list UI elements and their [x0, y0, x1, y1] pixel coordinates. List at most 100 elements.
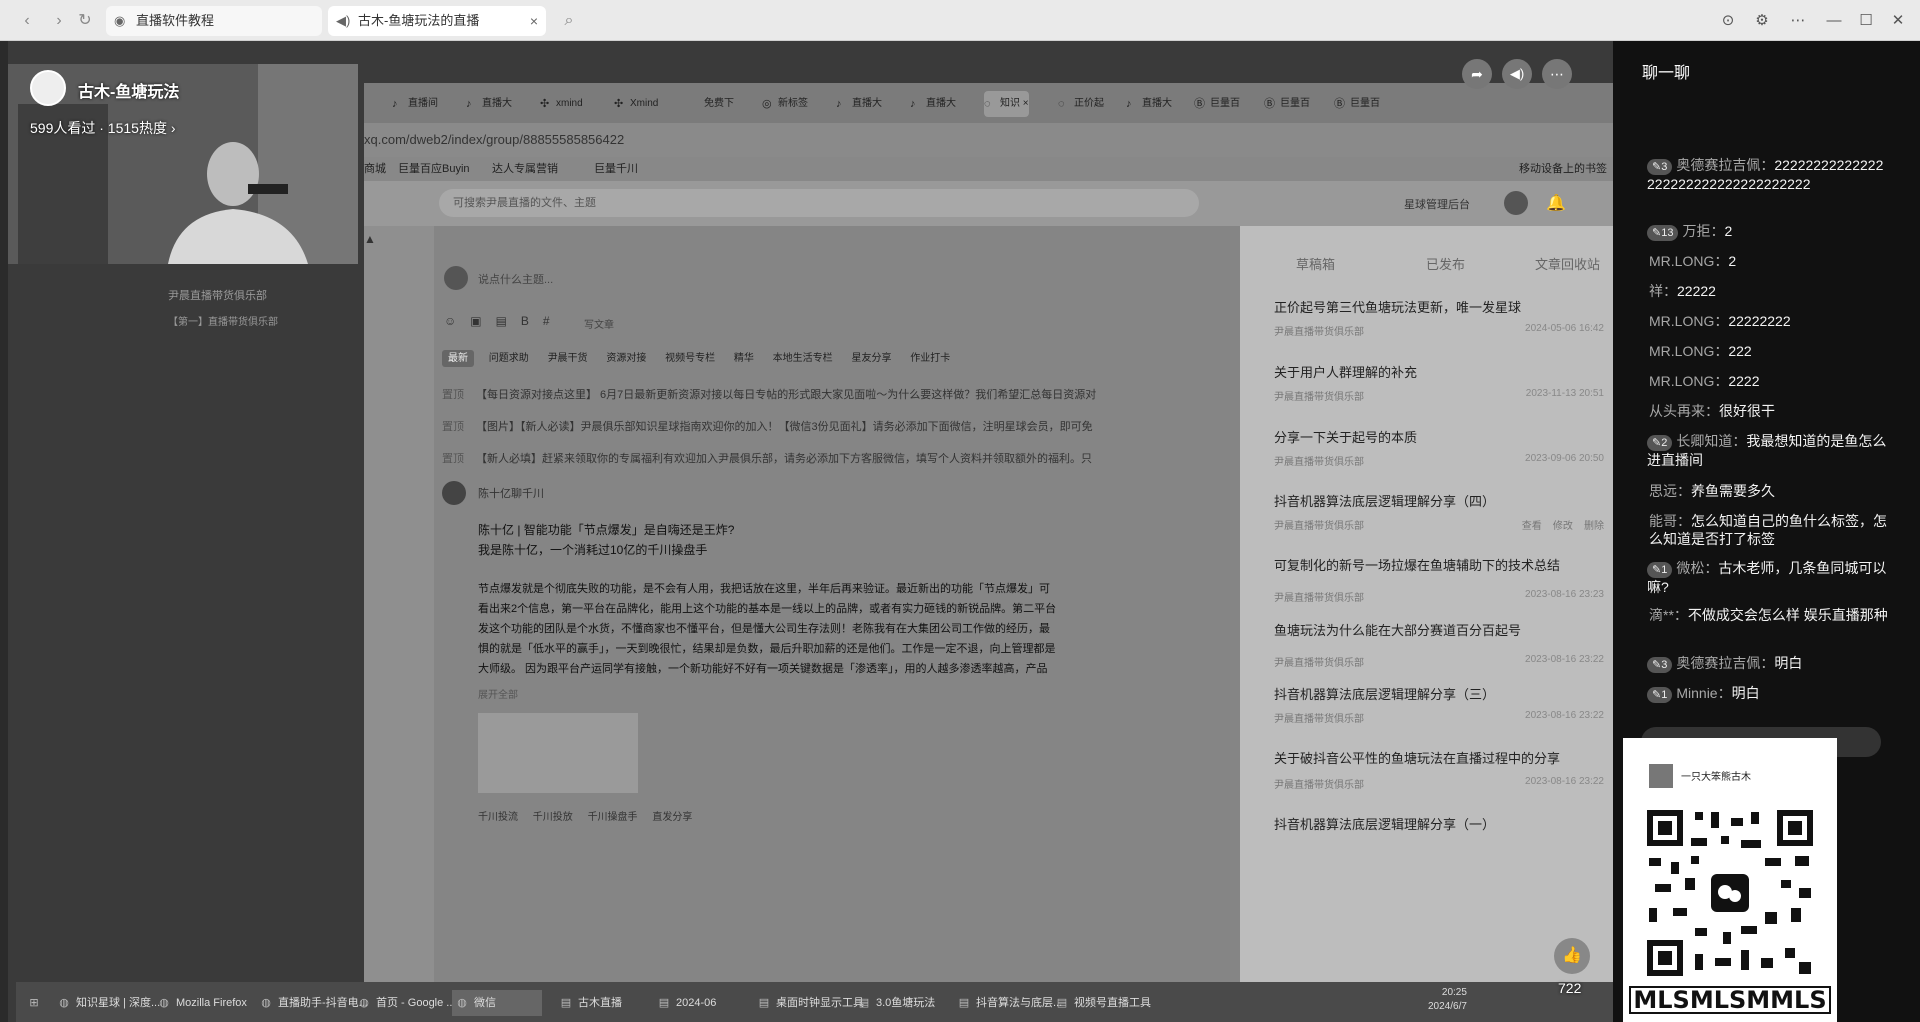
streamer-name: 古木-鱼塘玩法 [78, 84, 180, 101]
chat-message: ✎3 奥德赛拉吉佩：2222222222222222222222222222222… [1647, 157, 1884, 192]
inner-tab: ♪ 直播大 [836, 98, 882, 110]
inner-tab: Ⓑ 巨量百 [1264, 98, 1310, 110]
qr-card: 一只大笨熊古木 MLSMLSMMLS [1623, 738, 1837, 1022]
left-club-name: 尹晨直播带货俱乐部 [168, 290, 267, 302]
reload-icon[interactable]: ↻ [74, 10, 96, 32]
taskbar-item: ▤ 抖音算法与底层... [958, 997, 1063, 1009]
inner-tab: ♪ 直播大 [910, 98, 956, 110]
post-author: 陈十亿聊千川 [478, 488, 544, 500]
download-icon[interactable]: ⊙ [1716, 10, 1740, 32]
like-icon[interactable]: 👍 [1554, 938, 1590, 974]
post-title: 陈十亿 | 智能功能「节点爆发」是自嗨还是王炸? [478, 523, 735, 537]
inner-tab: ◌ 正价起 [1058, 98, 1104, 110]
expand-link: 展开全部 [478, 690, 518, 701]
search-icon[interactable]: ⌕ [558, 10, 580, 32]
tab-published: 已发布 [1426, 257, 1466, 272]
browser-tab-strip: ‹ › ↻ ◉ 直播软件教程 ◀) 古木-鱼塘玩法的直播 × ⌕ ⊙ ⚙ ⋯ —… [0, 0, 1920, 41]
tab-live[interactable]: ◀) 古木-鱼塘玩法的直播 × [328, 6, 546, 36]
chat-title: 聊一聊 [1642, 65, 1691, 82]
article-panel: 草稿箱 已发布 文章回收站 正价起号第三代鱼塘玩法更新，唯一发星球 尹晨直播带货俱… [1240, 226, 1613, 991]
chat-message: MR.LONG：22222222 [1649, 313, 1791, 329]
chat-message: 祥：22222 [1649, 283, 1716, 299]
qr-avatar [1649, 764, 1673, 788]
chat-message: 滴**：不做成交会怎么样 娱乐直播那种 [1649, 607, 1888, 623]
post-subtitle: 我是陈十亿，一个消耗过10亿的千川操盘手 [478, 543, 708, 557]
composer-avatar [444, 266, 468, 290]
speaker-icon: ◀) [336, 13, 351, 28]
filter-bar: 最新 问题求助 尹晨干货 资源对接 视频号专栏 精华 本地生活专栏 星友分享 作… [442, 349, 950, 367]
composer-input: 说点什么主题... [478, 274, 554, 286]
taskbar-item: ◍ 直播助手-抖音电... [261, 997, 368, 1009]
close-tab-icon[interactable]: × [530, 6, 538, 36]
article-item: 分享一下关于起号的本质 尹晨直播带货俱乐部 2023-09-06 20:50 [1274, 430, 1604, 468]
chat-message: ✎2 长卿知道：我最想知道的是鱼怎么进直播间 [1647, 433, 1887, 468]
taskbar-item: ▤ 3.0鱼塘玩法 [858, 997, 936, 1009]
more-options-icon[interactable]: ⋯ [1542, 59, 1572, 89]
back-icon[interactable]: ‹ [16, 10, 38, 32]
inner-tab-active: ◌ 知识 × [984, 91, 1029, 117]
qr-caption: MLSMLSMMLS [1629, 986, 1831, 1014]
inner-tab: ♪ 直播大 [466, 98, 512, 110]
like-count: 722 [1558, 980, 1582, 996]
taskbar-item: ◍ 知识星球 | 深度... [59, 997, 161, 1009]
close-window-icon[interactable]: ✕ [1886, 10, 1910, 32]
post-tags: 千川投流 千川投放 千川操盘手 直发分享 [478, 812, 693, 823]
bookmark-icon: ◉ [114, 13, 126, 28]
forward-icon[interactable]: › [48, 10, 70, 32]
post-author-avatar [442, 481, 466, 505]
viewer-count[interactable]: 599人看过 · 1515热度 › [30, 118, 176, 138]
tab-drafts: 草稿箱 [1296, 257, 1336, 272]
more-icon[interactable]: ⋯ [1786, 10, 1810, 32]
inner-tab: Ⓑ 巨量百 [1194, 98, 1240, 110]
stream-player[interactable]: ♪ 直播间 ♪ 直播大 ✣ xmind ✣ Xmind 免费下 ◎ 新标签 ♪ 直播大 ♪ 直… [8, 41, 1613, 1022]
start-icon: ⊞ [29, 997, 39, 1009]
volume-icon[interactable]: ◀) [1502, 59, 1532, 89]
chat-message: 从头再来：很好很干 [1649, 403, 1775, 419]
taskbar-item: ▤ 视频号直播工具 [1056, 997, 1151, 1009]
maximize-icon[interactable]: ☐ [1854, 10, 1878, 32]
chat-message: MR.LONG：222 [1649, 343, 1752, 359]
inner-tab: ◎ 新标签 [762, 98, 808, 110]
article-item: 抖音机器算法底层逻辑理解分享（三） 尹晨直播带货俱乐部 2023-08-16 23:… [1274, 687, 1604, 725]
inner-tab: 免费下 [704, 98, 734, 109]
minimize-icon[interactable]: — [1822, 10, 1846, 32]
avatar [1504, 191, 1528, 215]
webcam-overlay: 古木-鱼塘玩法 599人看过 · 1515热度 › [8, 64, 358, 264]
post-image [478, 713, 638, 793]
composer-toolbar: ☺▣▤B# [444, 314, 564, 328]
streamer-avatar [30, 70, 66, 106]
inner-tab: Ⓑ 巨量百 [1334, 98, 1380, 110]
qr-name: 一只大笨熊古木 [1681, 772, 1751, 783]
post-body: 节点爆发就是个彻底失败的功能，是不会有人用，我把话放在这里，半年后再来验证。最近… [478, 583, 1057, 675]
tab-tutorial[interactable]: ◉ 直播软件教程 [106, 6, 322, 36]
chat-message: ✎13 万拒：2 [1647, 222, 1887, 241]
inner-tab: ♪ 直播大 [1126, 98, 1172, 110]
taskbar-item: ▤ 古木直播 [560, 997, 622, 1009]
left-club-sub: 【第一】直播带货俱乐部 [168, 317, 278, 328]
inner-address-bar: xq.com/dweb2/index/group/88855585856422 [364, 123, 1613, 157]
inner-left-column: ▲ [364, 226, 424, 991]
chat-message: ✎1 Minnie：明白 [1647, 684, 1887, 703]
inner-tab: ✣ xmind [540, 98, 583, 110]
article-item: 正价起号第三代鱼塘玩法更新，唯一发星球 尹晨直播带货俱乐部 2024-05-06 1… [1274, 300, 1604, 338]
taskbar-item: ▤ 桌面时钟显示工具 [758, 997, 864, 1009]
captured-browser-window: ♪ 直播间 ♪ 直播大 ✣ xmind ✣ Xmind 免费下 ◎ 新标签 ♪ 直播大 ♪ 直… [364, 83, 1613, 991]
article-item: 抖音机器算法底层逻辑理解分享（一） [1274, 817, 1496, 832]
inner-tab: ✣ Xmind [614, 98, 659, 110]
chat-message: MR.LONG：2222 [1649, 373, 1760, 389]
taskbar-clock: 20:25 2024/6/7 [1428, 987, 1467, 1012]
inner-feed: 说点什么主题... ☺▣▤B# 写文章 最新 问题求助 尹晨干货 资源对接 视频… [434, 226, 1240, 991]
write-article-link: 写文章 [584, 320, 614, 331]
extension-icon[interactable]: ⚙ [1750, 10, 1774, 32]
chat-message: 思远：养鱼需要多久 [1649, 483, 1775, 499]
article-item: 关于破抖音公平性的鱼塘玩法在直播过程中的分享 尹晨直播带货俱乐部 2023-08-1… [1274, 751, 1604, 791]
chat-message: ✎3 奥德赛拉吉佩：明白 [1647, 654, 1887, 673]
share-icon[interactable]: ➦ [1462, 59, 1492, 89]
site-header: 可搜索尹晨直播的文件、主题 星球管理后台 🔔 [364, 181, 1613, 226]
chat-message: 能哥：怎么知道自己的鱼什么标签，怎么知道是否打了标签 [1649, 513, 1887, 547]
article-item: 关于用户人群理解的补充 尹晨直播带货俱乐部 2023-11-13 20:51 [1274, 365, 1604, 403]
taskbar-item: ◍ 首页 - Google ... [359, 997, 456, 1009]
chat-message: MR.LONG：2 [1649, 253, 1737, 269]
taskbar-item: ◍ 微信 [452, 990, 542, 1016]
collapse-icon: ▲ [364, 232, 376, 246]
